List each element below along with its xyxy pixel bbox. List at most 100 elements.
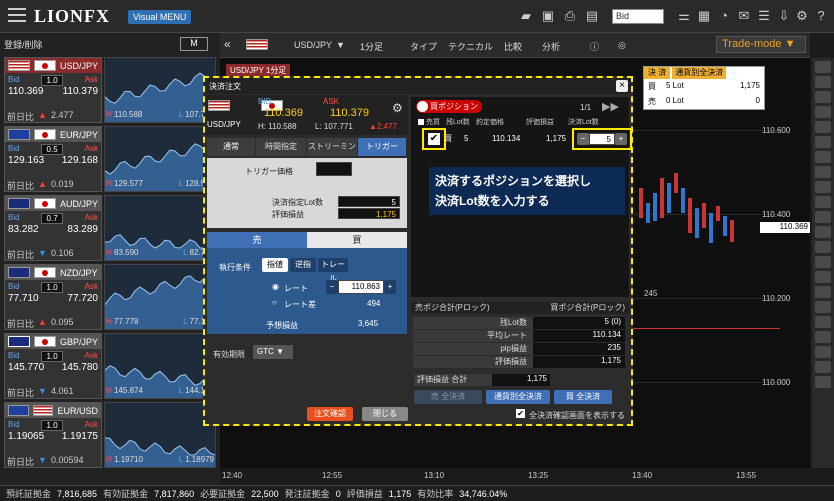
save-icon[interactable]: ▤ bbox=[584, 8, 600, 24]
chart-icon[interactable]: ◔ bbox=[716, 8, 732, 24]
rate-input[interactable]: 110.863 bbox=[338, 280, 384, 294]
tool-icon[interactable] bbox=[815, 151, 831, 163]
export-icon[interactable]: ▣ bbox=[540, 8, 556, 24]
download-icon[interactable]: ⇩ bbox=[776, 8, 792, 24]
ask-price[interactable]: 129.168 bbox=[62, 155, 98, 166]
visual-menu-button[interactable]: Visual MENU bbox=[128, 10, 192, 24]
pair-header[interactable]: AUD/JPY bbox=[5, 196, 101, 211]
gear-icon[interactable]: ⚙ bbox=[794, 8, 810, 24]
tool-icon[interactable] bbox=[815, 241, 831, 253]
pair-select[interactable]: USD/JPY bbox=[294, 40, 332, 50]
confirm-order-button[interactable]: 注文確認 bbox=[307, 407, 353, 421]
tool-icon[interactable] bbox=[815, 91, 831, 103]
trail-tab[interactable]: トレール bbox=[318, 258, 348, 283]
buy-tab[interactable]: 買 bbox=[307, 232, 407, 248]
bid-price[interactable]: 1.19065 bbox=[8, 431, 44, 442]
bid-select[interactable]: Bid bbox=[612, 9, 664, 24]
tool-icon[interactable] bbox=[815, 286, 831, 298]
bid-price[interactable]: 110.369 bbox=[264, 107, 303, 119]
gear-icon[interactable]: ⚙ bbox=[392, 101, 403, 115]
trigger-price-input[interactable] bbox=[316, 162, 352, 176]
lot-increase-button[interactable]: + bbox=[615, 133, 627, 145]
tab-normal[interactable]: 通常 bbox=[207, 138, 255, 156]
tool-icon[interactable] bbox=[815, 376, 831, 388]
chevron-down-icon[interactable]: ▼ bbox=[336, 40, 345, 50]
pair-header[interactable]: EUR/USD bbox=[5, 403, 101, 418]
expiry-select[interactable]: GTC ▼ bbox=[253, 345, 293, 359]
ask-price[interactable]: 77.720 bbox=[67, 293, 98, 304]
type-menu[interactable]: タイプ bbox=[410, 40, 437, 53]
bid-price[interactable]: 145.770 bbox=[8, 362, 44, 373]
mail-icon[interactable]: ✉ bbox=[736, 8, 752, 24]
tool-icon[interactable] bbox=[815, 226, 831, 238]
print-icon[interactable]: ⎙ bbox=[562, 8, 578, 24]
currency-all-button[interactable]: 通貨別全決済 bbox=[486, 390, 550, 404]
sell-tab[interactable]: 売 bbox=[207, 232, 307, 248]
tool-icon[interactable] bbox=[815, 316, 831, 328]
technical-menu[interactable]: テクニカル bbox=[448, 40, 493, 53]
sell-all-button[interactable]: 売 全決済 bbox=[414, 390, 482, 404]
confirm-checkbox[interactable]: ✔ bbox=[516, 409, 525, 418]
ccy-settle-tab[interactable]: 通貨別全決済 bbox=[672, 67, 727, 79]
tool-icon[interactable] bbox=[815, 346, 831, 358]
target-icon[interactable]: ◎ bbox=[618, 40, 626, 51]
radio-icon[interactable]: ○ bbox=[272, 298, 277, 307]
settings-list-icon[interactable]: ☰ bbox=[756, 8, 772, 24]
tool-icon[interactable] bbox=[815, 106, 831, 118]
ask-price[interactable]: 110.379 bbox=[63, 86, 98, 97]
bid-price[interactable]: 129.163 bbox=[8, 155, 44, 166]
tool-icon[interactable] bbox=[815, 61, 831, 73]
trade-mode-select[interactable]: Trade-mode ▼ bbox=[716, 36, 806, 53]
pair-header[interactable]: EUR/JPY bbox=[5, 127, 101, 142]
bid-price[interactable]: 110.369 bbox=[8, 86, 43, 97]
folder-icon[interactable]: ▰ bbox=[518, 8, 534, 24]
limit-tab[interactable]: 指値 bbox=[262, 258, 288, 272]
help-icon[interactable]: ? bbox=[813, 8, 829, 24]
pair-header[interactable]: NZD/JPY bbox=[5, 265, 101, 280]
tool-icon[interactable] bbox=[815, 166, 831, 178]
tool-icon[interactable] bbox=[815, 361, 831, 373]
rate-icon[interactable]: ⚌ bbox=[676, 8, 692, 24]
bid-price[interactable]: 83.282 bbox=[8, 224, 39, 235]
increase-button[interactable]: + bbox=[384, 280, 396, 294]
checkbox-checked-icon[interactable]: ✔ bbox=[428, 133, 440, 145]
ask-price[interactable]: 83.289 bbox=[67, 224, 98, 235]
settle-tab[interactable]: 決 済 bbox=[644, 67, 671, 79]
ask-price[interactable]: 145.780 bbox=[62, 362, 98, 373]
tool-icon[interactable] bbox=[815, 301, 831, 313]
layout-icon[interactable]: ▦ bbox=[696, 8, 712, 24]
radio-icon[interactable]: ◉ bbox=[272, 282, 279, 291]
tool-icon[interactable] bbox=[815, 331, 831, 343]
stop-tab[interactable]: 逆指 bbox=[290, 258, 316, 272]
tool-icon[interactable] bbox=[815, 271, 831, 283]
next-page-icon[interactable]: ▶▶ bbox=[602, 100, 619, 113]
lot-decrease-button[interactable]: − bbox=[577, 133, 589, 145]
close-button[interactable]: 閉じる bbox=[362, 407, 408, 421]
ask-price[interactable]: 110.379 bbox=[330, 107, 369, 119]
info-icon[interactable]: ⓘ bbox=[590, 40, 599, 53]
close-lot-input[interactable]: 5 bbox=[589, 133, 615, 145]
analysis-menu[interactable]: 分析 bbox=[542, 40, 560, 53]
pair-header[interactable]: USD/JPY bbox=[5, 58, 101, 73]
tool-icon[interactable] bbox=[815, 256, 831, 268]
tab-streaming[interactable]: ストリーミング bbox=[307, 138, 357, 169]
tool-icon[interactable] bbox=[815, 211, 831, 223]
tool-icon[interactable] bbox=[815, 196, 831, 208]
tool-icon[interactable] bbox=[815, 121, 831, 133]
tab-time[interactable]: 時間指定 bbox=[256, 138, 306, 156]
select-all-checkbox[interactable] bbox=[418, 119, 424, 125]
interval-select[interactable]: 1分足 bbox=[360, 40, 383, 53]
menu-icon[interactable] bbox=[8, 8, 26, 22]
decrease-button[interactable]: − bbox=[326, 280, 338, 294]
register-button[interactable]: 登録/削除 bbox=[4, 40, 43, 50]
tab-trigger[interactable]: トリガー bbox=[358, 138, 406, 156]
compare-menu[interactable]: 比較 bbox=[504, 40, 522, 53]
pair-header[interactable]: GBP/JPY bbox=[5, 334, 101, 349]
tool-icon[interactable] bbox=[815, 136, 831, 148]
tool-icon[interactable] bbox=[815, 76, 831, 88]
bid-price[interactable]: 77.710 bbox=[8, 293, 39, 304]
m-button[interactable]: M bbox=[180, 37, 208, 51]
ask-price[interactable]: 1.19175 bbox=[62, 431, 98, 442]
close-icon[interactable]: × bbox=[616, 80, 628, 92]
collapse-icon[interactable]: « bbox=[224, 37, 231, 51]
